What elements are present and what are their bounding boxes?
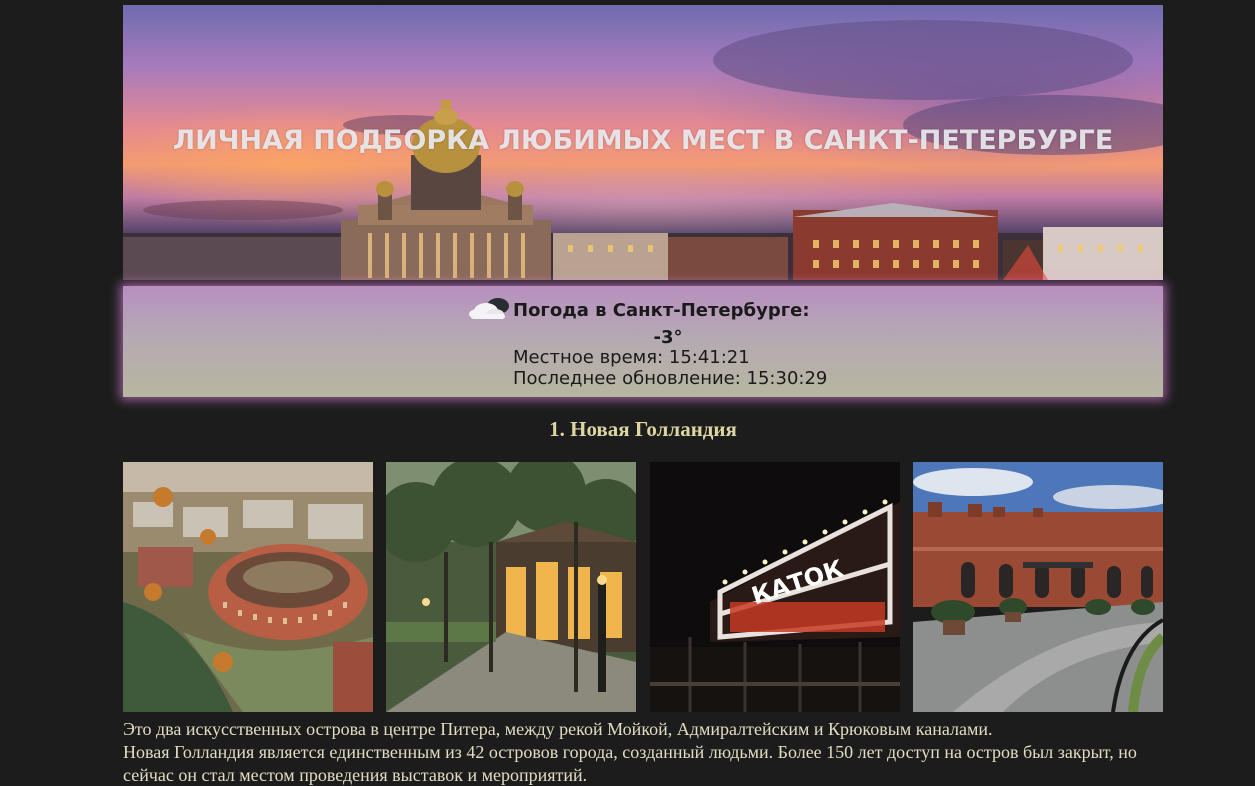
weather-last-update: Последнее обновление: 15:30:29 — [513, 368, 828, 389]
place-description: Это два искусственных острова в центре П… — [123, 718, 1183, 786]
description-line: Это два искусственных острова в центре П… — [123, 719, 993, 739]
new-holland-aerial-photo[interactable] — [123, 462, 373, 712]
photo-gallery: КАТОК — [123, 462, 1163, 712]
new-holland-park-evening-photo[interactable] — [386, 462, 636, 712]
weather-widget: Погода в Санкт-Петербурге: -3° Местное в… — [123, 286, 1163, 397]
page-title: ЛИЧНАЯ ПОДБОРКА ЛЮБИМЫХ МЕСТ В САНКТ-ПЕТ… — [172, 125, 1114, 156]
page: ЛИЧНАЯ ПОДБОРКА ЛЮБИМЫХ МЕСТ В САНКТ-ПЕТ… — [0, 0, 1255, 786]
weather-local-time: Местное время: 15:41:21 — [513, 347, 750, 368]
description-line: Новая Голландия является единственным из… — [123, 742, 1137, 785]
cloud-icon — [469, 298, 509, 319]
weather-title: Погода в Санкт-Петербурге: — [513, 300, 810, 321]
place-title: 1. Новая Голландия — [549, 417, 737, 441]
new-holland-katok-night-photo[interactable]: КАТОК — [650, 462, 900, 712]
weather-temperature: -3° — [653, 327, 683, 348]
new-holland-brick-buildings-photo[interactable] — [913, 462, 1163, 712]
hero-banner: ЛИЧНАЯ ПОДБОРКА ЛЮБИМЫХ МЕСТ В САНКТ-ПЕТ… — [123, 5, 1163, 280]
